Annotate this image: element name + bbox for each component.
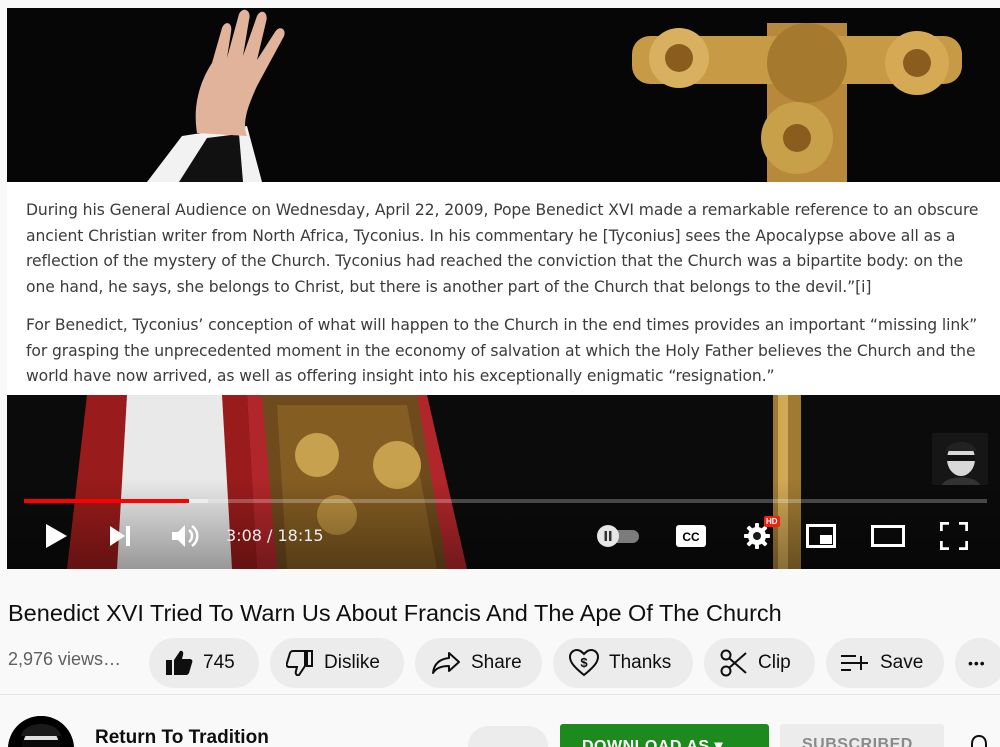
thumbs-down-icon	[286, 650, 314, 676]
autoplay-toggle-icon	[597, 525, 639, 547]
captions-button[interactable]: CC	[674, 520, 708, 552]
avatar-face-icon	[8, 716, 74, 747]
time-display: 3:08 / 18:15	[226, 526, 324, 545]
skip-next-icon	[110, 526, 130, 546]
view-count[interactable]: 2,976 views…	[8, 649, 121, 670]
overlay-paragraph: During his General Audience on Wednesday…	[26, 201, 979, 296]
share-button[interactable]: Share	[415, 638, 542, 688]
volume-icon	[172, 524, 199, 548]
clip-button[interactable]: Clip	[704, 638, 815, 688]
like-button[interactable]: 745	[149, 638, 259, 688]
video-text-overlay: During his General Audience on Wednesday…	[7, 182, 1000, 395]
channel-name[interactable]: Return To Tradition	[95, 727, 269, 747]
thanks-button[interactable]: $ Thanks	[553, 638, 693, 688]
svg-text:$: $	[580, 655, 588, 670]
clip-label: Clip	[758, 652, 791, 673]
like-count: 745	[203, 652, 235, 673]
captions-icon: CC	[676, 525, 706, 547]
heart-dollar-icon: $	[569, 649, 599, 677]
controls-gradient	[7, 479, 1000, 569]
autoplay-toggle[interactable]	[593, 520, 643, 552]
share-icon	[431, 651, 461, 675]
thumbs-up-icon	[165, 650, 193, 676]
save-button[interactable]: Save	[826, 638, 944, 688]
divider	[0, 694, 1000, 695]
hd-badge: HD	[764, 516, 780, 527]
notification-bell-icon[interactable]	[968, 734, 990, 747]
dislike-label: Dislike	[324, 652, 380, 673]
share-label: Share	[471, 652, 522, 673]
channel-avatar[interactable]	[8, 716, 74, 747]
theater-mode-icon	[871, 525, 905, 547]
fullscreen-icon	[940, 522, 968, 550]
miniplayer-button[interactable]	[804, 520, 838, 552]
channel-watermark[interactable]	[932, 433, 988, 485]
volume-button[interactable]	[169, 520, 201, 552]
progress-bar[interactable]	[24, 499, 987, 503]
video-scene-hand-and-cross	[7, 8, 1000, 182]
playlist-add-icon	[840, 652, 870, 674]
video-frame-top	[7, 8, 1000, 182]
video-player[interactable]: During his General Audience on Wednesday…	[7, 8, 1000, 569]
overlay-paragraph: For Benedict, Tyconius’ conception of wh…	[26, 316, 978, 385]
next-button[interactable]	[105, 520, 135, 552]
miniplayer-icon	[806, 524, 836, 548]
fullscreen-button[interactable]	[938, 520, 970, 552]
thanks-label: Thanks	[609, 652, 672, 673]
play-button[interactable]	[41, 520, 71, 552]
more-actions-icon: •••	[968, 655, 986, 671]
theater-mode-button[interactable]	[869, 520, 907, 552]
dislike-button[interactable]: Dislike	[270, 638, 404, 688]
save-label: Save	[880, 652, 924, 673]
svg-text:CC: CC	[682, 530, 700, 544]
watermark-face-icon	[932, 433, 988, 485]
play-icon	[46, 524, 67, 548]
scissors-icon	[720, 649, 748, 677]
join-button[interactable]	[468, 726, 548, 747]
subscribed-button[interactable]: SUBSCRIBED	[780, 724, 944, 747]
video-title: Benedict XVI Tried To Warn Us About Fran…	[8, 600, 782, 626]
progress-played	[24, 499, 189, 503]
download-as-button[interactable]: DOWNLOAD AS ▾	[560, 724, 769, 747]
more-actions-button[interactable]: •••	[955, 638, 1000, 688]
